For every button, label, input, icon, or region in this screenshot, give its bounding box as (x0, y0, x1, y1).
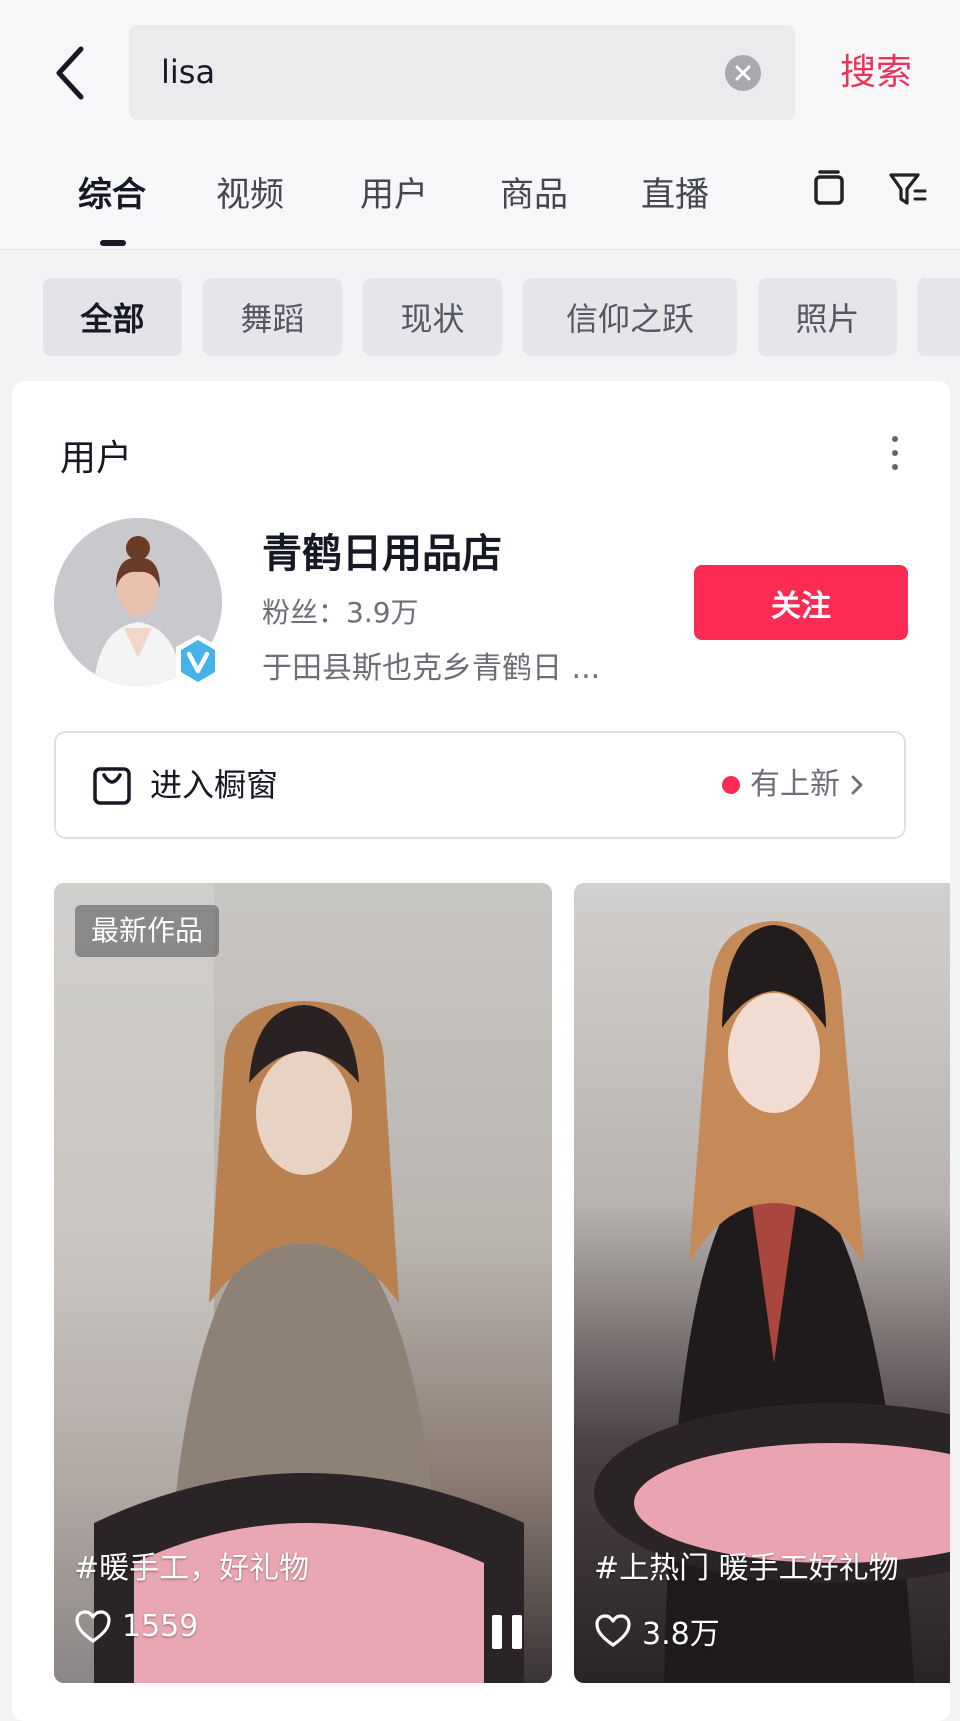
verified-badge-icon (176, 635, 220, 687)
shopping-bag-icon (93, 767, 131, 805)
user-bio: 于田县斯也克乡青鹤日 ... (262, 651, 601, 686)
section-title: 用户 (60, 438, 133, 479)
result-tabs: 综合 视频 用户 商品 直播 (0, 145, 960, 250)
heart-icon (75, 1609, 111, 1643)
user-name[interactable]: 青鹤日用品店 (262, 521, 502, 579)
showcase-status: 有上新 (722, 733, 868, 837)
like-count-value: 3.8万 (642, 1617, 720, 1652)
search-button[interactable]: 搜索 (840, 40, 912, 106)
filter-icon[interactable] (888, 169, 928, 209)
video-card[interactable]: #上热门 暖手工好礼物 3.8万 (574, 883, 950, 1683)
video-caption[interactable]: #上热门 暖手工好礼物 (594, 1543, 899, 1587)
video-caption[interactable]: #暖手工，好礼物 (74, 1543, 309, 1587)
layout-toggle-icon[interactable] (812, 169, 846, 209)
new-dot (722, 776, 740, 794)
tab-products[interactable]: 商品 (500, 167, 568, 216)
fans-count: 粉丝：3.9万 (262, 596, 419, 629)
more-options-icon[interactable] (889, 436, 901, 476)
showcase-label: 进入橱窗 (150, 766, 279, 804)
chip-status[interactable]: 现状 (363, 278, 502, 356)
chip-leap-of-faith[interactable]: 信仰之跃 (523, 278, 737, 356)
like-count-value: 1559 (122, 1609, 199, 1644)
chip-more[interactable] (917, 278, 960, 356)
tab-video[interactable]: 视频 (216, 167, 284, 216)
tab-users[interactable]: 用户 (360, 167, 428, 216)
chip-photo[interactable]: 照片 (758, 278, 897, 356)
tab-comprehensive[interactable]: 综合 (78, 167, 146, 216)
search-header: lisa 搜索 (0, 0, 960, 145)
clear-icon[interactable] (725, 55, 761, 91)
follow-button[interactable]: 关注 (694, 565, 908, 640)
heart-icon (595, 1614, 631, 1647)
video-card[interactable]: 最新作品 #暖手工，好礼物 1559 (54, 883, 552, 1683)
back-button[interactable] (40, 38, 100, 108)
chip-dance[interactable]: 舞蹈 (203, 278, 342, 356)
pause-icon[interactable] (490, 1613, 524, 1651)
back-arrow-icon (56, 46, 84, 100)
tab-live[interactable]: 直播 (641, 167, 709, 216)
showcase-entry[interactable]: 进入橱窗 有上新 (54, 731, 906, 839)
search-query[interactable]: lisa (161, 25, 215, 120)
latest-work-badge: 最新作品 (75, 905, 220, 957)
chip-all[interactable]: 全部 (43, 278, 182, 356)
chevron-right-icon (851, 775, 863, 795)
filter-chips: 全部 舞蹈 现状 信仰之跃 照片 (0, 250, 960, 370)
like-count: 3.8万 (594, 1609, 720, 1653)
like-count: 1559 (74, 1609, 198, 1644)
results-card: 用户 青鹤日用品店 粉丝：3.9万 于田县斯也克乡青鹤日 ... 关注 进入橱窗… (12, 381, 950, 1721)
active-tab-indicator (100, 240, 126, 246)
showcase-status-text: 有上新 (750, 767, 840, 802)
search-input[interactable]: lisa (129, 25, 795, 120)
